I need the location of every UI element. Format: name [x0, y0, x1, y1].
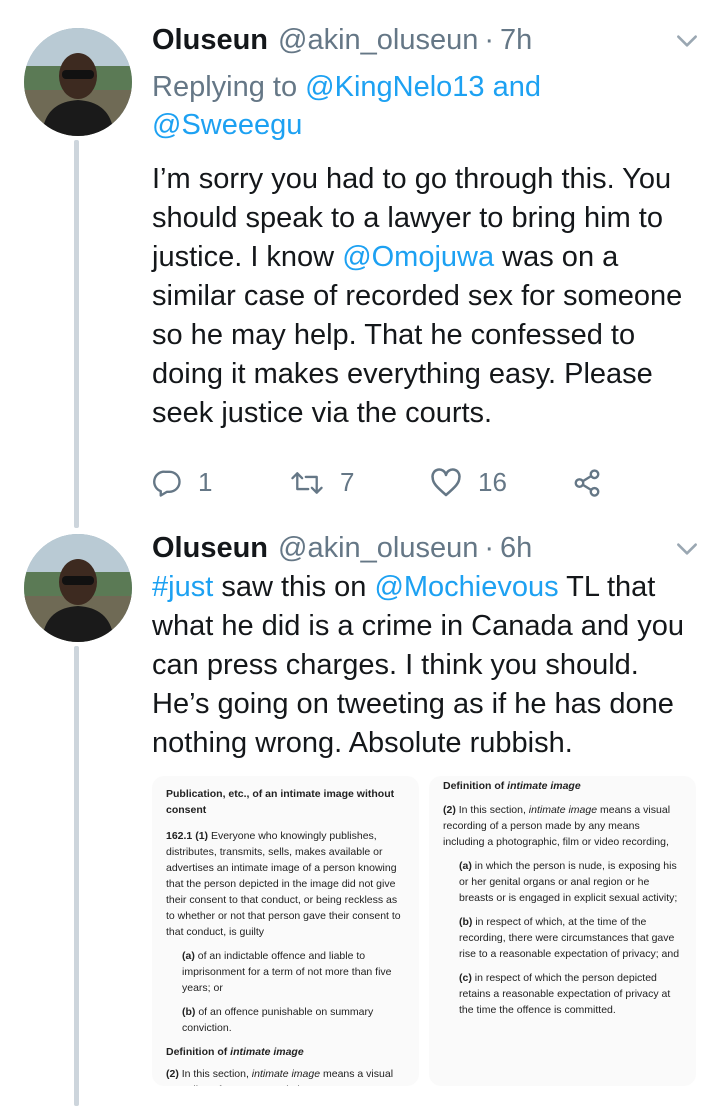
doc-term: intimate image [230, 1046, 304, 1058]
avatar-photo [24, 28, 132, 136]
retweet-icon [291, 471, 323, 494]
like-icon [431, 467, 461, 496]
doc-term: intimate image [528, 804, 598, 816]
doc-paragraph: (b) of an offence punishable on summary … [166, 1004, 405, 1036]
tweet-header: Oluseun @akin_oluseun · 6h [152, 530, 700, 566]
doc-paragraph: (a) of an indictable offence and liable … [166, 948, 405, 996]
doc-text: of an indictable offence and liable to i… [182, 950, 392, 994]
share-button[interactable] [572, 468, 602, 498]
doc-label: (b) [459, 916, 473, 928]
doc-section-number: 162.1 (1) [166, 830, 209, 842]
like-button[interactable]: 16 [430, 467, 572, 498]
doc-paragraph: (a) in which the person is nude, is expo… [443, 858, 682, 906]
tweet-image[interactable]: Publication, etc., of an intimate image … [152, 776, 696, 1086]
doc-label: (2) [166, 1068, 179, 1080]
doc-text: In this section, [455, 804, 529, 816]
reply-and[interactable]: and [493, 71, 541, 103]
doc-label: (c) [459, 972, 472, 984]
user-handle[interactable]: @akin_oluseun [278, 530, 478, 566]
display-name[interactable]: Oluseun [152, 22, 268, 58]
doc-paragraph: (b) in respect of which, at the time of … [443, 914, 682, 962]
tweet[interactable]: Oluseun @akin_oluseun · 6h #just saw thi… [0, 530, 720, 1106]
tweet[interactable]: Oluseun @akin_oluseun · 7h Replying to @… [0, 0, 720, 530]
doc-paragraph: 162.1 (1) Everyone who knowingly publish… [166, 828, 405, 940]
image-page-left: Publication, etc., of an intimate image … [152, 776, 419, 1086]
retweet-button[interactable]: 7 [290, 467, 430, 498]
mention-link[interactable]: @KingNelo13 [305, 71, 484, 103]
doc-text: In this section, [178, 1068, 252, 1080]
doc-text: Everyone who knowingly publishes, distri… [166, 830, 401, 938]
tweet-header: Oluseun @akin_oluseun · 7h [152, 22, 700, 58]
avatar-photo [24, 534, 132, 642]
doc-label: (a) [182, 950, 195, 962]
user-handle[interactable]: @akin_oluseun [278, 22, 478, 58]
image-page-right: Definition of intimate image (2) In this… [429, 776, 696, 1086]
doc-text: in which the person is nude, is exposing… [459, 860, 678, 904]
doc-text: of an offence punishable on summary conv… [182, 1006, 374, 1034]
doc-paragraph: (c) in respect of which the person depic… [443, 970, 682, 1018]
doc-text: in respect of which, at the time of the … [459, 916, 680, 960]
doc-text: Definition of [443, 780, 508, 792]
doc-heading: Publication, etc., of an intimate image … [166, 788, 395, 816]
doc-label: (a) [459, 860, 472, 872]
action-bar: 1 7 16 [152, 467, 700, 498]
replying-to: Replying to @KingNelo13 and @Sweeegu [152, 68, 700, 144]
mention-link[interactable]: @Omojuwa [342, 241, 494, 273]
avatar[interactable] [24, 28, 132, 136]
doc-heading: Definition of intimate image [443, 778, 682, 794]
hashtag-link[interactable]: #just [152, 571, 213, 603]
display-name[interactable]: Oluseun [152, 530, 268, 566]
chevron-down-icon[interactable] [674, 536, 700, 562]
avatar[interactable] [24, 534, 132, 642]
doc-text: in respect of which the person depicted … [459, 972, 671, 1016]
doc-paragraph: (2) In this section, intimate image mean… [166, 1066, 405, 1086]
reply-icon [153, 470, 181, 497]
tweet-text: I’m sorry you had to go through this. Yo… [152, 160, 700, 433]
separator: · [484, 532, 495, 564]
doc-paragraph: (2) In this section, intimate image mean… [443, 802, 682, 850]
tweet-text: #just saw this on @Mochievous TL that wh… [152, 568, 700, 763]
tweet-text-part: saw this on [213, 571, 375, 603]
timestamp[interactable]: 7h [500, 22, 532, 58]
doc-term: intimate image [507, 780, 581, 792]
retweet-count: 7 [340, 467, 355, 497]
mention-link[interactable]: @Mochievous [374, 571, 558, 603]
share-icon [574, 468, 600, 497]
timestamp[interactable]: 6h [500, 530, 532, 566]
doc-text: Definition of [166, 1046, 231, 1058]
mention-link[interactable]: @Sweeegu [152, 109, 302, 141]
chevron-down-icon[interactable] [674, 28, 700, 54]
replying-to-label: Replying to [152, 71, 298, 103]
doc-label: (b) [182, 1006, 196, 1018]
reply-button[interactable]: 1 [152, 467, 290, 498]
separator: · [484, 24, 495, 56]
doc-label: (2) [443, 804, 456, 816]
doc-term: intimate image [251, 1068, 321, 1080]
reply-count: 1 [198, 467, 213, 497]
like-count: 16 [478, 467, 507, 497]
doc-heading: Definition of intimate image [166, 1044, 405, 1060]
